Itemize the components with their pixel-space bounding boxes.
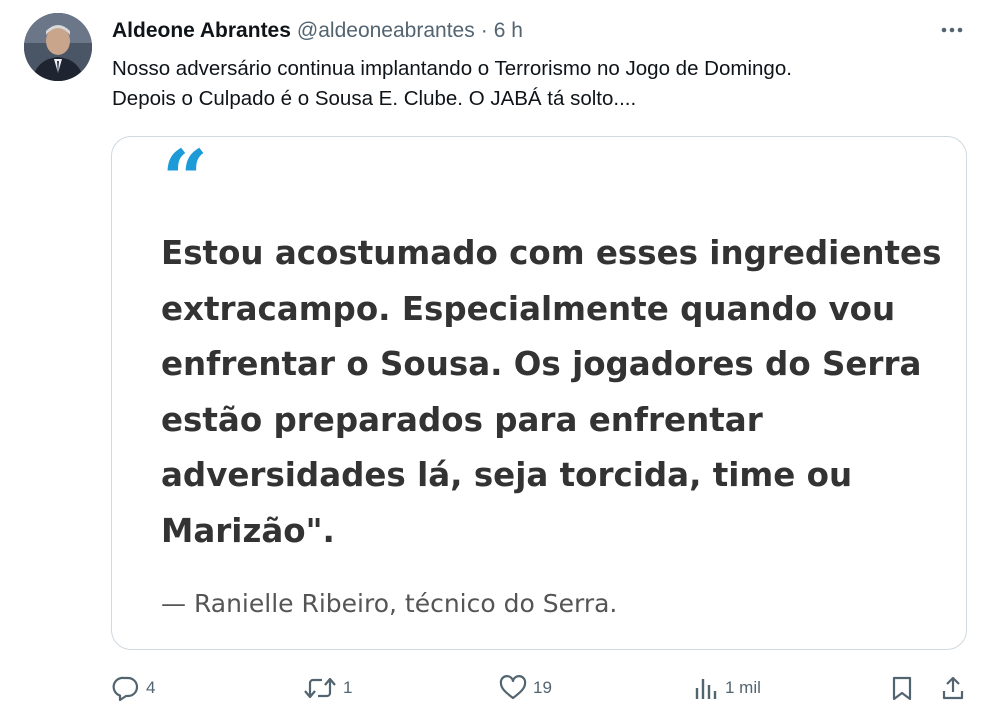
share-button[interactable] [940, 672, 966, 704]
quote-line: Marizão". [161, 511, 335, 550]
more-icon [941, 27, 963, 33]
quote-line: estão preparados para enfrentar [161, 400, 763, 439]
like-button[interactable]: 19 [499, 672, 552, 704]
action-bar: 4 1 19 1 mil [0, 668, 984, 708]
bookmark-button[interactable] [890, 672, 914, 704]
share-icon [942, 676, 964, 700]
retweet-icon [304, 677, 336, 699]
like-count: 19 [533, 678, 552, 697]
quote-line: Estou acostumado com esses ingredientes [161, 234, 942, 272]
retweet-button[interactable]: 1 [303, 672, 352, 704]
avatar-image [24, 13, 92, 81]
quote-attribution: — Ranielle Ribeiro, técnico do Serra. [161, 589, 618, 618]
reply-button[interactable]: 4 [112, 672, 155, 704]
bookmark-icon [892, 676, 912, 701]
views-count: 1 mil [725, 678, 761, 697]
avatar[interactable] [24, 13, 92, 81]
quote-card-image[interactable]: “ Estou acostumado com esses ingrediente… [111, 136, 967, 650]
retweet-count: 1 [343, 678, 353, 697]
quote-line: adversidades lá, seja torcida, time ou [161, 456, 853, 494]
tweet-text-line: Depois o Culpado é o Sousa E. Clube. O J… [112, 87, 637, 110]
quote-line: extracampo. Especialmente quando vou [161, 289, 896, 328]
like-icon [499, 675, 527, 700]
quote-line: enfrentar o Sousa. Os jogadores do Serra [161, 345, 922, 383]
views-icon [695, 679, 717, 699]
author-name[interactable]: Aldeone Abrantes [112, 19, 291, 43]
views-button[interactable]: 1 mil [693, 672, 761, 704]
tweet-text: Nosso adversário continua implantando o … [112, 54, 972, 114]
quote-body: Estou acostumado com esses ingredientes … [161, 226, 941, 559]
quote-mark: “ [162, 132, 209, 226]
reply-count: 4 [146, 678, 156, 697]
tweet-header: Aldeone Abrantes @aldeoneabrantes · 6 h [112, 17, 523, 45]
more-button[interactable] [938, 18, 966, 42]
tweet-text-line: Nosso adversário continua implantando o … [112, 57, 792, 80]
reply-icon [112, 676, 139, 701]
author-handle[interactable]: @aldeoneabrantes [297, 19, 475, 43]
separator-dot: · [480, 19, 488, 42]
tweet-time[interactable]: 6 h [494, 19, 523, 43]
